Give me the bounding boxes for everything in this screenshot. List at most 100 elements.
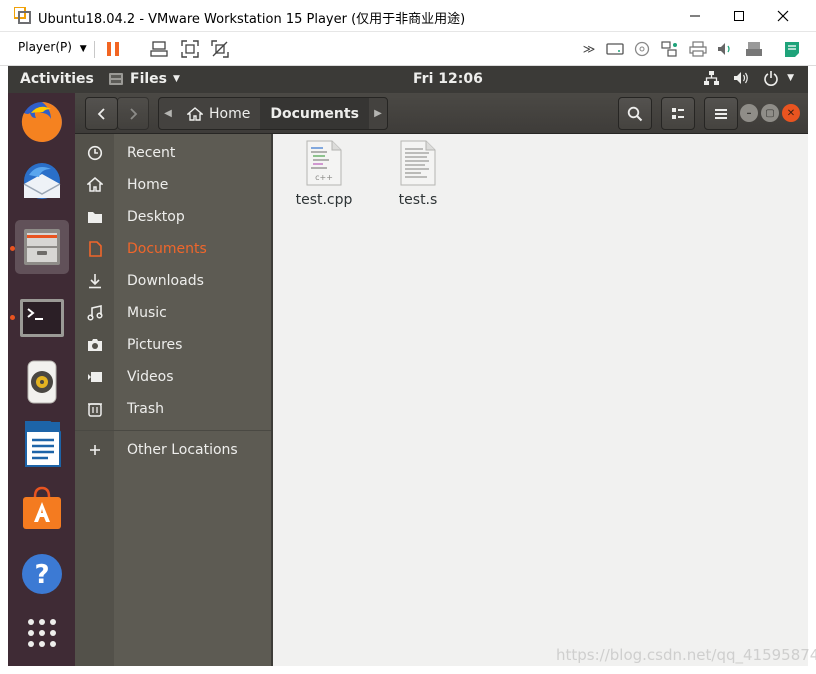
pause-button[interactable] [102, 38, 124, 60]
app-menu-label: Files [130, 71, 167, 87]
breadcrumb-documents-label: Documents [270, 105, 359, 122]
system-tray[interactable]: ▼ [703, 70, 794, 86]
text-file-icon [400, 140, 436, 186]
breadcrumb-scroll-right[interactable]: ▶ [369, 98, 387, 129]
sidebar-item-trash[interactable]: Trash [75, 393, 271, 425]
minimize-icon [690, 15, 700, 17]
files-window: ◀ Home Documents ▶ – ▢ ✕ Recent Home Des… [75, 93, 808, 666]
vmware-toolbar: Player(P) ▼ ≫ [0, 32, 816, 66]
forward-button[interactable] [117, 97, 149, 130]
network-button[interactable] [658, 38, 680, 60]
help-icon: ? [22, 554, 62, 594]
sidebar-item-label: Trash [127, 401, 164, 417]
dock-terminal[interactable] [15, 291, 69, 345]
maximize-button[interactable] [716, 0, 762, 32]
breadcrumb-home[interactable]: Home [177, 98, 260, 129]
running-indicator [10, 315, 15, 320]
window-close-button[interactable]: ✕ [782, 104, 800, 122]
search-button[interactable] [618, 97, 652, 130]
sound-icon [718, 43, 730, 55]
printer-button[interactable] [687, 38, 709, 60]
gnome-top-bar: Activities Files ▼ Fri 12:06 ▼ [8, 66, 808, 93]
chevron-down-icon: ▼ [173, 74, 180, 84]
home-icon [187, 106, 203, 121]
document-icon [75, 241, 114, 257]
forward-button[interactable]: ≫ [578, 38, 600, 60]
close-button[interactable] [760, 0, 806, 32]
back-button[interactable] [85, 97, 118, 130]
file-item-test-cpp[interactable]: c++ test.cpp [279, 140, 369, 212]
rhythmbox-icon [27, 360, 57, 404]
sidebar-item-videos[interactable]: Videos [75, 361, 271, 393]
message-button[interactable] [781, 38, 803, 60]
sidebar-item-other-locations[interactable]: Other Locations [75, 434, 271, 466]
terminal-icon [20, 299, 64, 337]
guest-screen: Activities Files ▼ Fri 12:06 ▼ ? ◀ Home … [8, 66, 808, 666]
window-maximize-button[interactable]: ▢ [761, 104, 779, 122]
sound-button[interactable] [714, 38, 736, 60]
app-menu-button[interactable]: Files ▼ [108, 71, 180, 87]
cd-icon [634, 41, 650, 57]
music-icon [75, 305, 114, 321]
sidebar-item-desktop[interactable]: Desktop [75, 201, 271, 233]
home-icon [75, 177, 114, 193]
file-view[interactable]: c++ test.cpp test.s [273, 134, 808, 666]
send-ctrl-alt-del-button[interactable] [148, 38, 170, 60]
dock-files[interactable] [15, 220, 69, 274]
minimize-button[interactable] [672, 0, 718, 32]
sidebar-item-home[interactable]: Home [75, 169, 271, 201]
dock-show-applications[interactable] [15, 606, 69, 660]
breadcrumb: ◀ Home Documents ▶ [158, 97, 388, 130]
sidebar-item-documents[interactable]: Documents [75, 233, 271, 265]
activities-button[interactable]: Activities [20, 71, 94, 87]
sidebar-item-label: Music [127, 305, 167, 321]
sidebar-item-music[interactable]: Music [75, 297, 271, 329]
list-view-icon [672, 107, 684, 119]
close-icon: ✕ [786, 107, 796, 119]
breadcrumb-scroll-left[interactable]: ◀ [159, 98, 177, 129]
clock[interactable]: Fri 12:06 [413, 71, 483, 87]
hard-disk-button[interactable] [604, 38, 626, 60]
view-toggle-button[interactable] [661, 97, 695, 130]
sidebar-item-label: Downloads [127, 273, 204, 289]
plus-icon [75, 444, 114, 456]
window-controls: – ▢ ✕ [740, 104, 800, 122]
dock-thunderbird[interactable] [15, 156, 69, 210]
printer-icon [689, 41, 707, 57]
maximize-icon [734, 11, 744, 21]
firefox-icon [21, 102, 62, 142]
dock-ubuntu-software[interactable] [15, 481, 69, 535]
dock-libreoffice-writer[interactable] [15, 417, 69, 471]
libreoffice-writer-icon [25, 421, 61, 467]
window-minimize-button[interactable]: – [740, 104, 758, 122]
maximize-icon: ▢ [765, 107, 775, 119]
sidebar-item-label: Documents [127, 241, 207, 257]
sidebar-item-recent[interactable]: Recent [75, 137, 271, 169]
file-item-test-s[interactable]: test.s [373, 140, 463, 212]
unity-button[interactable] [209, 38, 231, 60]
usb-button[interactable] [743, 38, 765, 60]
dock-firefox[interactable] [15, 95, 69, 149]
sidebar-item-downloads[interactable]: Downloads [75, 265, 271, 297]
breadcrumb-documents[interactable]: Documents [260, 98, 369, 129]
network-wired-icon [704, 71, 720, 85]
dock-rhythmbox[interactable] [15, 355, 69, 409]
files-app-icon [109, 73, 123, 85]
hamburger-menu-icon [715, 108, 727, 119]
sidebar-item-label: Other Locations [127, 442, 238, 458]
header-bar: ◀ Home Documents ▶ – ▢ ✕ [75, 93, 808, 134]
hard-disk-icon [606, 43, 624, 55]
sidebar-item-pictures[interactable]: Pictures [75, 329, 271, 361]
download-icon [75, 273, 114, 289]
sidebar-item-label: Desktop [127, 209, 185, 225]
ubuntu-software-icon [23, 486, 61, 529]
sidebar-item-label: Recent [127, 145, 176, 161]
player-menu-button[interactable]: Player(P) ▼ [18, 40, 87, 54]
dock-help[interactable]: ? [15, 547, 69, 601]
cd-button[interactable] [631, 38, 653, 60]
send-ctrl-alt-del-icon [150, 41, 168, 57]
menu-button[interactable] [704, 97, 738, 130]
camera-icon [75, 338, 114, 352]
fit-guest-button[interactable] [179, 38, 201, 60]
close-icon [777, 10, 789, 22]
